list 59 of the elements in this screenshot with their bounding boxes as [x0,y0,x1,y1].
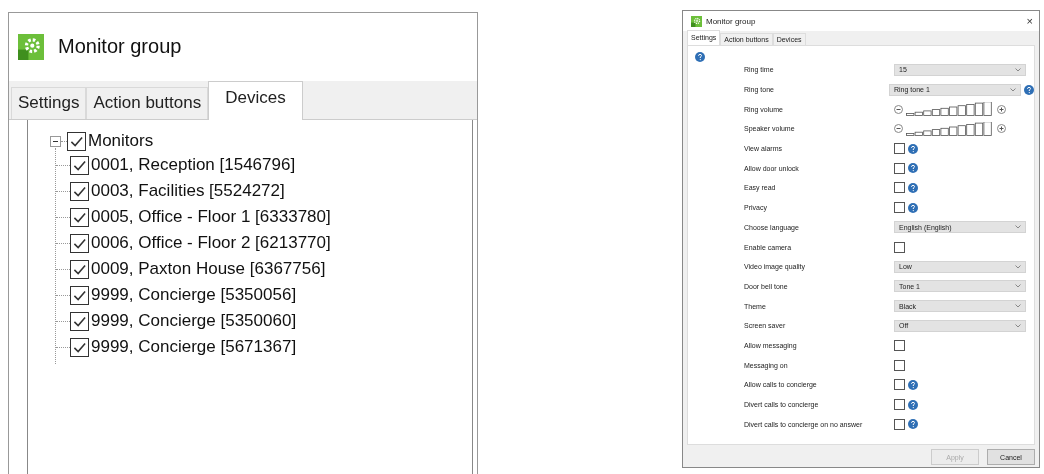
checkbox[interactable] [894,339,905,351]
checkbox[interactable] [894,143,905,155]
chevron-down-icon [1010,87,1016,92]
tab[interactable]: Settings [11,87,87,119]
tree-item[interactable]: 9999, Concierge [5671367] [91,337,297,357]
checkbox[interactable] [894,241,905,253]
help-icon[interactable] [908,163,918,174]
checkbox[interactable] [70,259,89,279]
tree-item[interactable]: Monitors [88,131,154,151]
checkbox[interactable] [894,379,905,391]
checkbox[interactable] [70,285,89,305]
checkbox[interactable] [894,202,905,214]
checkbox[interactable] [894,399,905,411]
plus-icon[interactable] [997,104,1006,114]
checkbox[interactable] [70,207,89,227]
checkbox[interactable] [894,418,905,430]
tree-item[interactable]: 0009, Paxton House [6367756] [91,259,326,279]
tab[interactable]: Action buttons [86,87,209,119]
collapse-icon[interactable] [50,135,61,147]
window-title: Monitor group [706,16,757,26]
help-icon[interactable] [908,419,918,430]
chevron-down-icon [1015,264,1021,269]
help-icon[interactable] [908,143,918,154]
checkbox[interactable] [894,359,905,371]
checkbox[interactable] [70,233,89,253]
chevron-down-icon [1015,225,1021,230]
checkbox[interactable] [67,131,86,151]
help-icon[interactable] [695,52,705,62]
tab[interactable]: Devices [208,81,303,120]
tree-item[interactable]: 9999, Concierge [5350060] [91,311,297,331]
checkbox[interactable] [894,162,905,174]
help-icon[interactable] [908,202,918,213]
help-icon[interactable] [908,379,918,390]
chevron-down-icon [1015,323,1021,328]
chevron-down-icon [1015,67,1021,72]
checkbox[interactable] [894,182,905,194]
tree-item[interactable]: 0003, Facilities [5524272] [91,181,285,201]
help-icon[interactable] [1024,84,1034,95]
help-icon[interactable] [908,182,918,193]
app-gear-icon [18,33,44,60]
chevron-down-icon [1015,284,1021,289]
window-title: Monitor group [58,35,182,58]
tree-item[interactable]: 9999, Concierge [5350056] [91,285,297,305]
minus-icon[interactable] [894,124,903,134]
help-icon[interactable] [908,399,918,410]
tree-item[interactable]: 0005, Office - Floor 1 [6333780] [91,207,331,227]
close-button[interactable]: × [1020,15,1039,27]
checkbox[interactable] [70,155,89,175]
checkbox[interactable] [70,181,89,201]
tree-item[interactable]: 0001, Reception [1546796] [91,155,296,175]
chevron-down-icon [1015,304,1021,309]
volume-bars-drawing[interactable] [906,102,994,117]
checkbox[interactable] [70,311,89,331]
tree-item[interactable]: 0006, Office - Floor 2 [6213770] [91,233,331,253]
checkbox[interactable] [70,337,89,357]
minus-icon[interactable] [894,104,903,114]
app-gear-icon [691,15,702,27]
volume-bars-drawing[interactable] [906,121,994,136]
plus-icon[interactable] [997,124,1006,134]
